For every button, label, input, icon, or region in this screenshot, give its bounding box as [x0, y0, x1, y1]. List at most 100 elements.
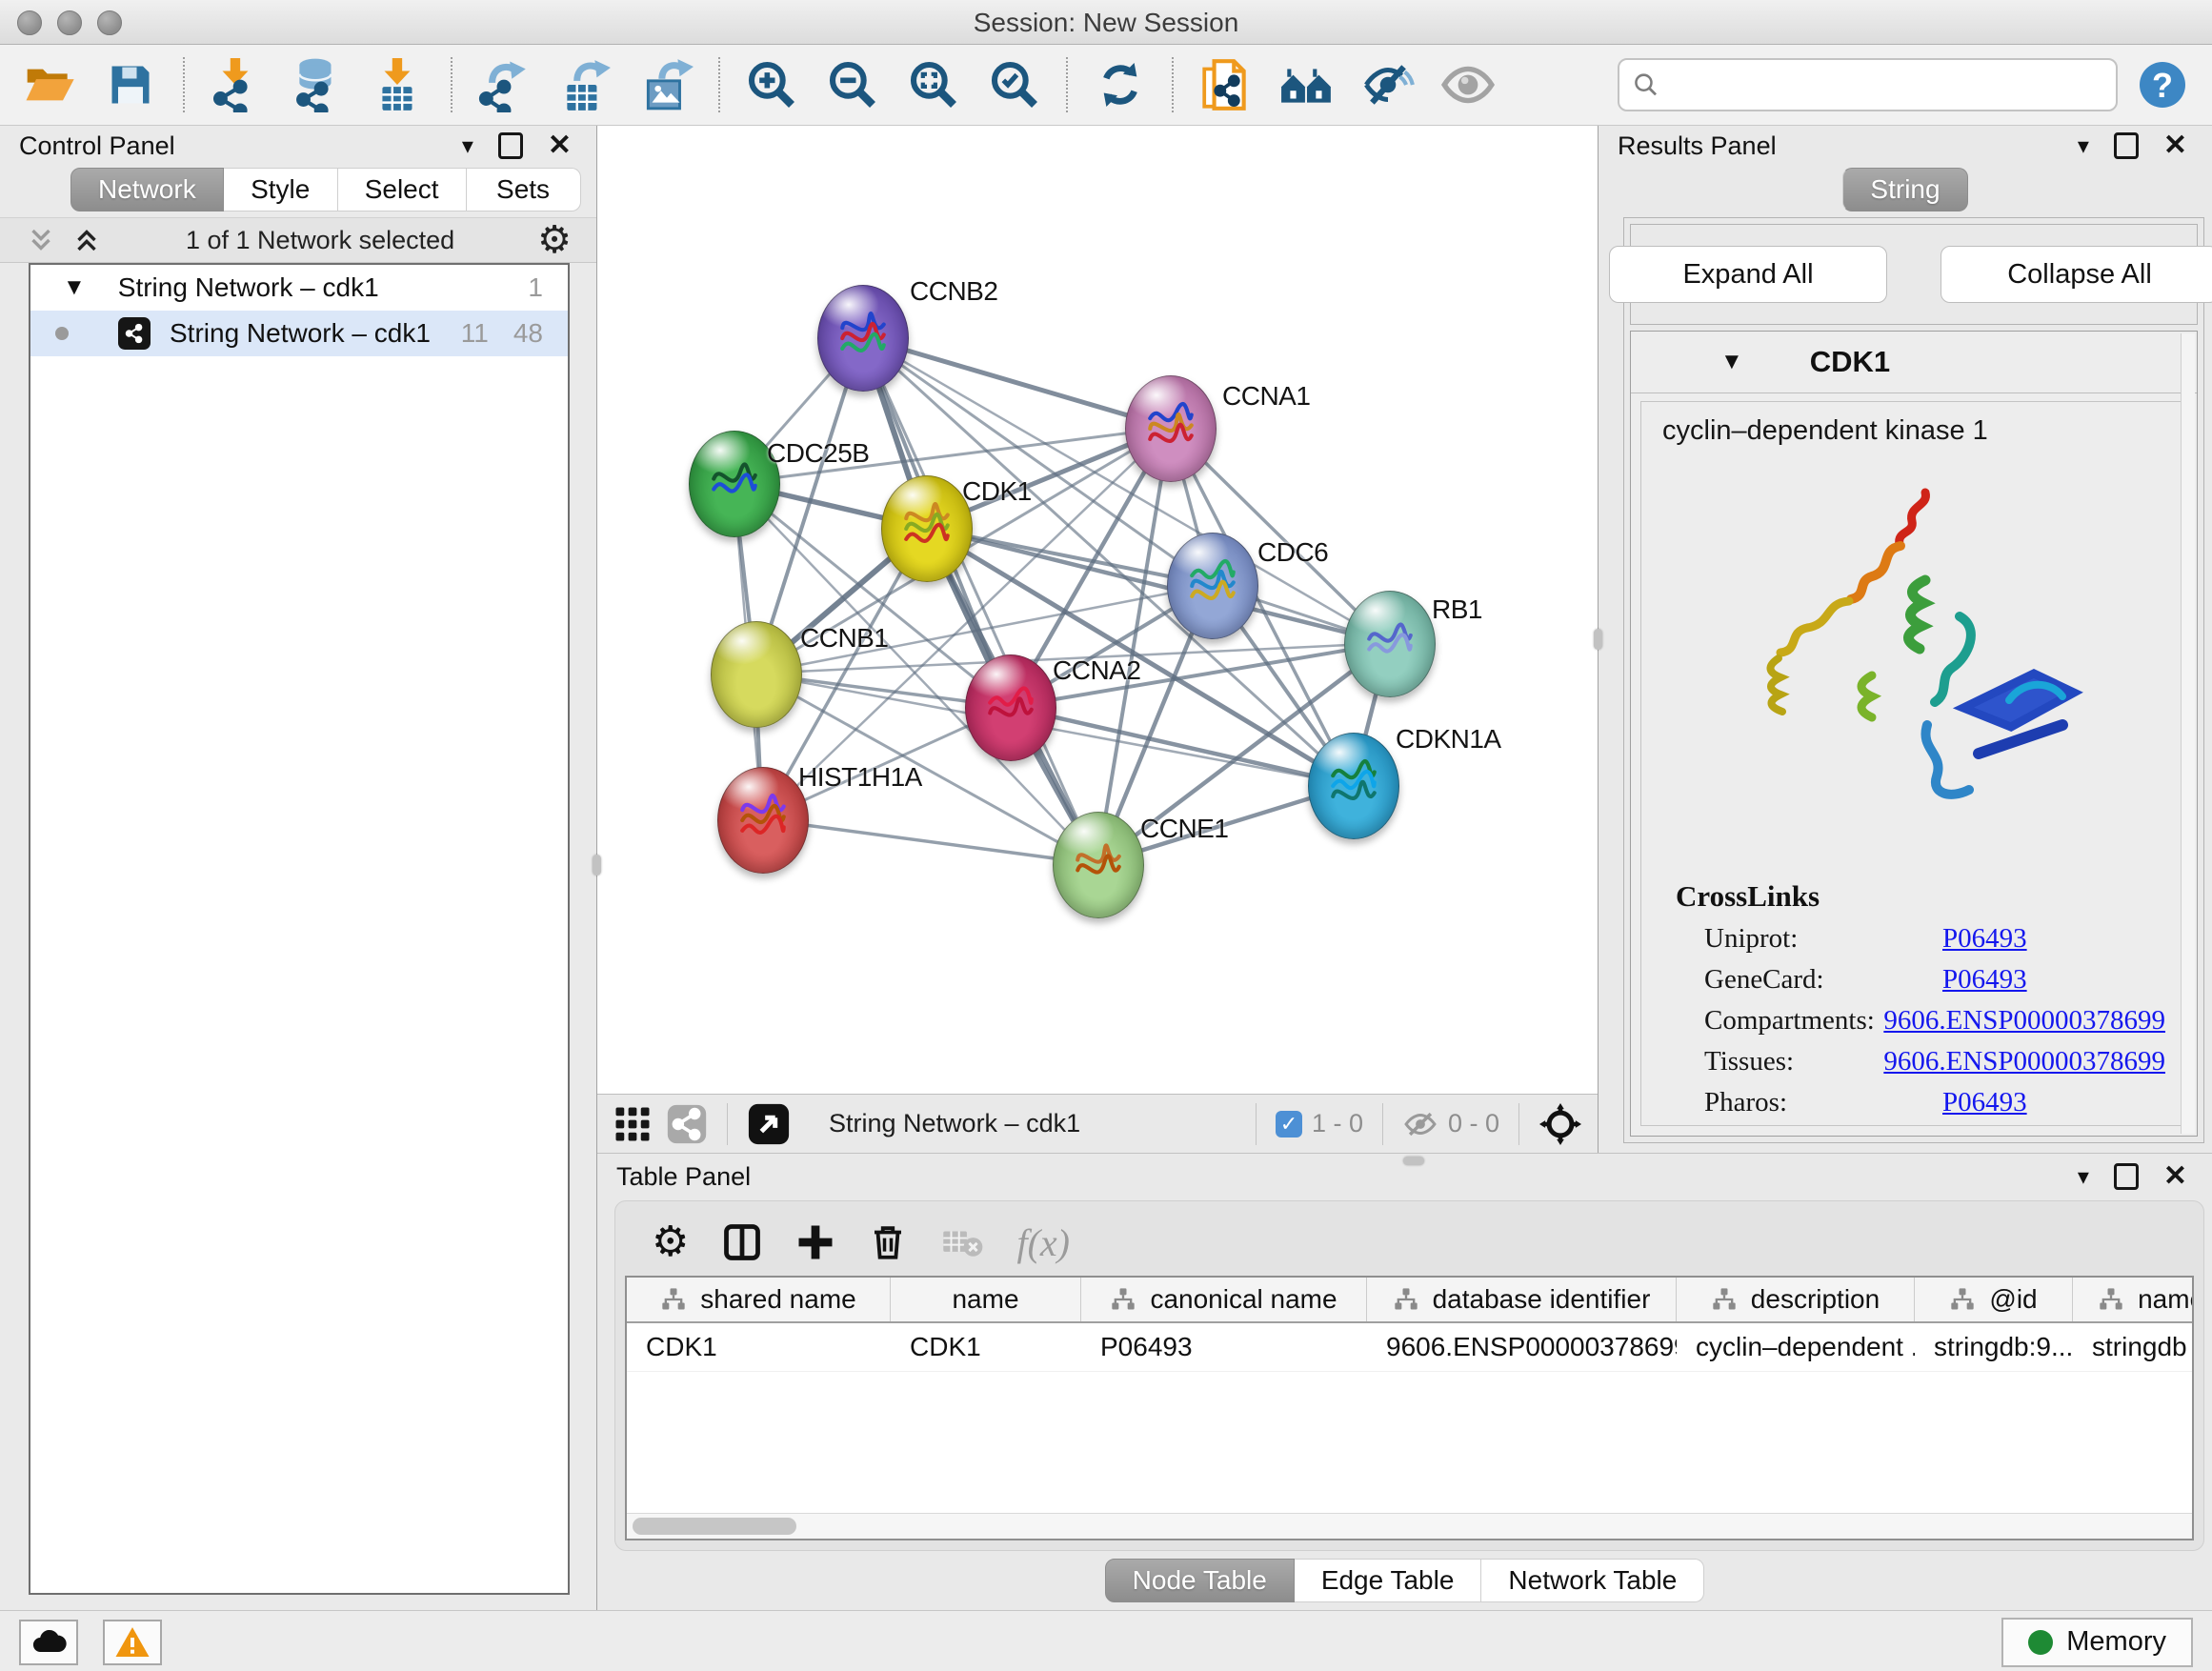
float-panel-icon[interactable]: [498, 132, 523, 159]
show-hidden-button[interactable]: [1432, 51, 1505, 118]
node-card-header[interactable]: ▼ CDK1: [1631, 332, 2197, 393]
import-network-file-button[interactable]: [200, 51, 273, 118]
zoom-fit-button[interactable]: [896, 51, 970, 118]
table-row[interactable]: CDK1CDK1P064939606.ENSP00000378699cyclin…: [627, 1323, 2192, 1372]
table-cell[interactable]: CDK1: [627, 1323, 891, 1371]
panel-menu-icon[interactable]: ▾: [2078, 1163, 2089, 1191]
network-collection-row[interactable]: ▼ String Network – cdk1 1: [30, 265, 568, 311]
table-cell[interactable]: 9606.ENSP00000378699: [1367, 1323, 1677, 1371]
tab-node-table[interactable]: Node Table: [1105, 1559, 1295, 1602]
export-image-button[interactable]: [630, 51, 703, 118]
tab-network-table[interactable]: Network Table: [1481, 1559, 1704, 1602]
import-table-file-button[interactable]: [362, 51, 435, 118]
export-table-button[interactable]: [549, 51, 622, 118]
network-share-icon[interactable]: [666, 1103, 708, 1145]
horizontal-splitter-handle[interactable]: [1403, 1157, 1424, 1165]
add-column-icon[interactable]: [795, 1222, 835, 1262]
column-label: description: [1751, 1284, 1880, 1315]
column-header-shared-name[interactable]: shared name: [627, 1278, 891, 1321]
zoom-selected-button[interactable]: [977, 51, 1051, 118]
collapse-all-icon[interactable]: [25, 224, 57, 256]
birdseye-view-icon[interactable]: [747, 1102, 791, 1146]
crosslink-link[interactable]: 9606.ENSP00000378699: [1883, 1005, 2165, 1037]
save-session-button[interactable]: [94, 51, 168, 118]
table-cell[interactable]: P06493: [1081, 1323, 1367, 1371]
app-manager-button[interactable]: [1189, 51, 1262, 118]
card-expander-icon[interactable]: ▼: [1720, 349, 1743, 375]
expand-all-button[interactable]: Expand All: [1609, 246, 1887, 303]
help-button[interactable]: ?: [2125, 51, 2199, 118]
network-node-ccne1[interactable]: [1053, 812, 1144, 918]
tab-edge-table[interactable]: Edge Table: [1295, 1559, 1482, 1602]
scrollbar-thumb[interactable]: [633, 1518, 796, 1535]
panel-menu-icon[interactable]: ▾: [462, 132, 473, 160]
network-edge[interactable]: [862, 337, 1170, 428]
tab-sets[interactable]: Sets: [467, 168, 581, 211]
table-cell[interactable]: CDK1: [891, 1323, 1081, 1371]
delete-column-trash-icon[interactable]: [868, 1222, 908, 1262]
left-splitter-handle[interactable]: [593, 855, 601, 876]
network-edge[interactable]: [1010, 707, 1353, 785]
export-network-button[interactable]: [468, 51, 541, 118]
hide-selected-button[interactable]: [1351, 51, 1424, 118]
home-networks-button[interactable]: [1270, 51, 1343, 118]
float-panel-icon[interactable]: [2114, 1163, 2139, 1190]
network-node-ccna2[interactable]: [965, 654, 1056, 761]
network-options-gear-icon[interactable]: ⚙: [537, 221, 572, 259]
column-header-name[interactable]: name: [891, 1278, 1081, 1321]
column-header-description[interactable]: description: [1677, 1278, 1915, 1321]
grid-view-icon[interactable]: [613, 1104, 653, 1144]
open-session-button[interactable]: [13, 51, 87, 118]
cloud-button[interactable]: [19, 1620, 78, 1665]
right-splitter-handle[interactable]: [1594, 629, 1602, 650]
network-node-ccna1[interactable]: [1125, 375, 1217, 482]
table-cell[interactable]: stringdb: [2073, 1323, 2192, 1371]
protein-structure-thumb: [899, 501, 955, 556]
crosslink-link[interactable]: 9606.ENSP00000378699: [1883, 1046, 2165, 1077]
warnings-button[interactable]: [103, 1620, 162, 1665]
network-node-cdc6[interactable]: [1167, 533, 1258, 639]
zoom-in-button[interactable]: [735, 51, 809, 118]
close-panel-icon[interactable]: ✕: [548, 131, 572, 160]
selected-checkbox-icon[interactable]: ✓: [1276, 1111, 1302, 1137]
tab-select[interactable]: Select: [338, 168, 467, 211]
show-columns-icon[interactable]: [721, 1221, 763, 1263]
tab-style[interactable]: Style: [224, 168, 338, 211]
table-cell[interactable]: cyclin–dependent ...: [1677, 1323, 1915, 1371]
float-panel-icon[interactable]: [2114, 132, 2139, 159]
column-header-canonical-name[interactable]: canonical name: [1081, 1278, 1367, 1321]
panel-menu-icon[interactable]: ▾: [2078, 132, 2089, 160]
network-node-ccnb2[interactable]: [817, 285, 909, 392]
crosslink-link[interactable]: P06493: [1942, 923, 2027, 955]
network-edge[interactable]: [762, 819, 1097, 864]
zoom-out-button[interactable]: [815, 51, 889, 118]
network-node-cdk1[interactable]: [881, 475, 973, 582]
network-node-hist1h1a[interactable]: [717, 767, 809, 874]
network-node-cdkn1a[interactable]: [1308, 733, 1399, 839]
network-canvas[interactable]: CCNB2CCNA1CDC25BCDK1CDC6RB1CCNB1CCNA2CDK…: [597, 126, 1598, 1094]
refresh-button[interactable]: [1083, 51, 1156, 118]
table-cell[interactable]: stringdb:9...: [1915, 1323, 2073, 1371]
crosslink-link[interactable]: P06493: [1942, 964, 2027, 996]
collapse-all-button[interactable]: Collapse All: [1941, 246, 2212, 303]
memory-button[interactable]: Memory: [2001, 1618, 2193, 1667]
fit-content-crosshair-icon[interactable]: [1538, 1102, 1582, 1146]
close-panel-icon[interactable]: ✕: [2163, 131, 2187, 160]
collection-expander-icon[interactable]: ▼: [63, 274, 86, 301]
search-input[interactable]: [1668, 70, 2102, 101]
network-node-ccnb1[interactable]: [711, 621, 802, 728]
results-scrollbar[interactable]: [2181, 333, 2195, 1134]
network-node-rb1[interactable]: [1344, 591, 1436, 697]
close-panel-icon[interactable]: ✕: [2163, 1162, 2187, 1191]
tab-network[interactable]: Network: [70, 168, 224, 211]
network-row[interactable]: String Network – cdk1 11 48: [30, 311, 568, 356]
tab-string[interactable]: String: [1842, 168, 1967, 211]
column-header-namespace[interactable]: namespace: [2073, 1278, 2194, 1321]
table-options-gear-icon[interactable]: ⚙: [652, 1221, 689, 1263]
table-horizontal-scrollbar[interactable]: [627, 1513, 2192, 1539]
crosslink-link[interactable]: P06493: [1942, 1087, 2027, 1118]
column-header-database-identifier[interactable]: database identifier: [1367, 1278, 1677, 1321]
column-header--id[interactable]: @id: [1915, 1278, 2073, 1321]
import-network-database-button[interactable]: [281, 51, 354, 118]
expand-all-icon[interactable]: [70, 224, 103, 256]
